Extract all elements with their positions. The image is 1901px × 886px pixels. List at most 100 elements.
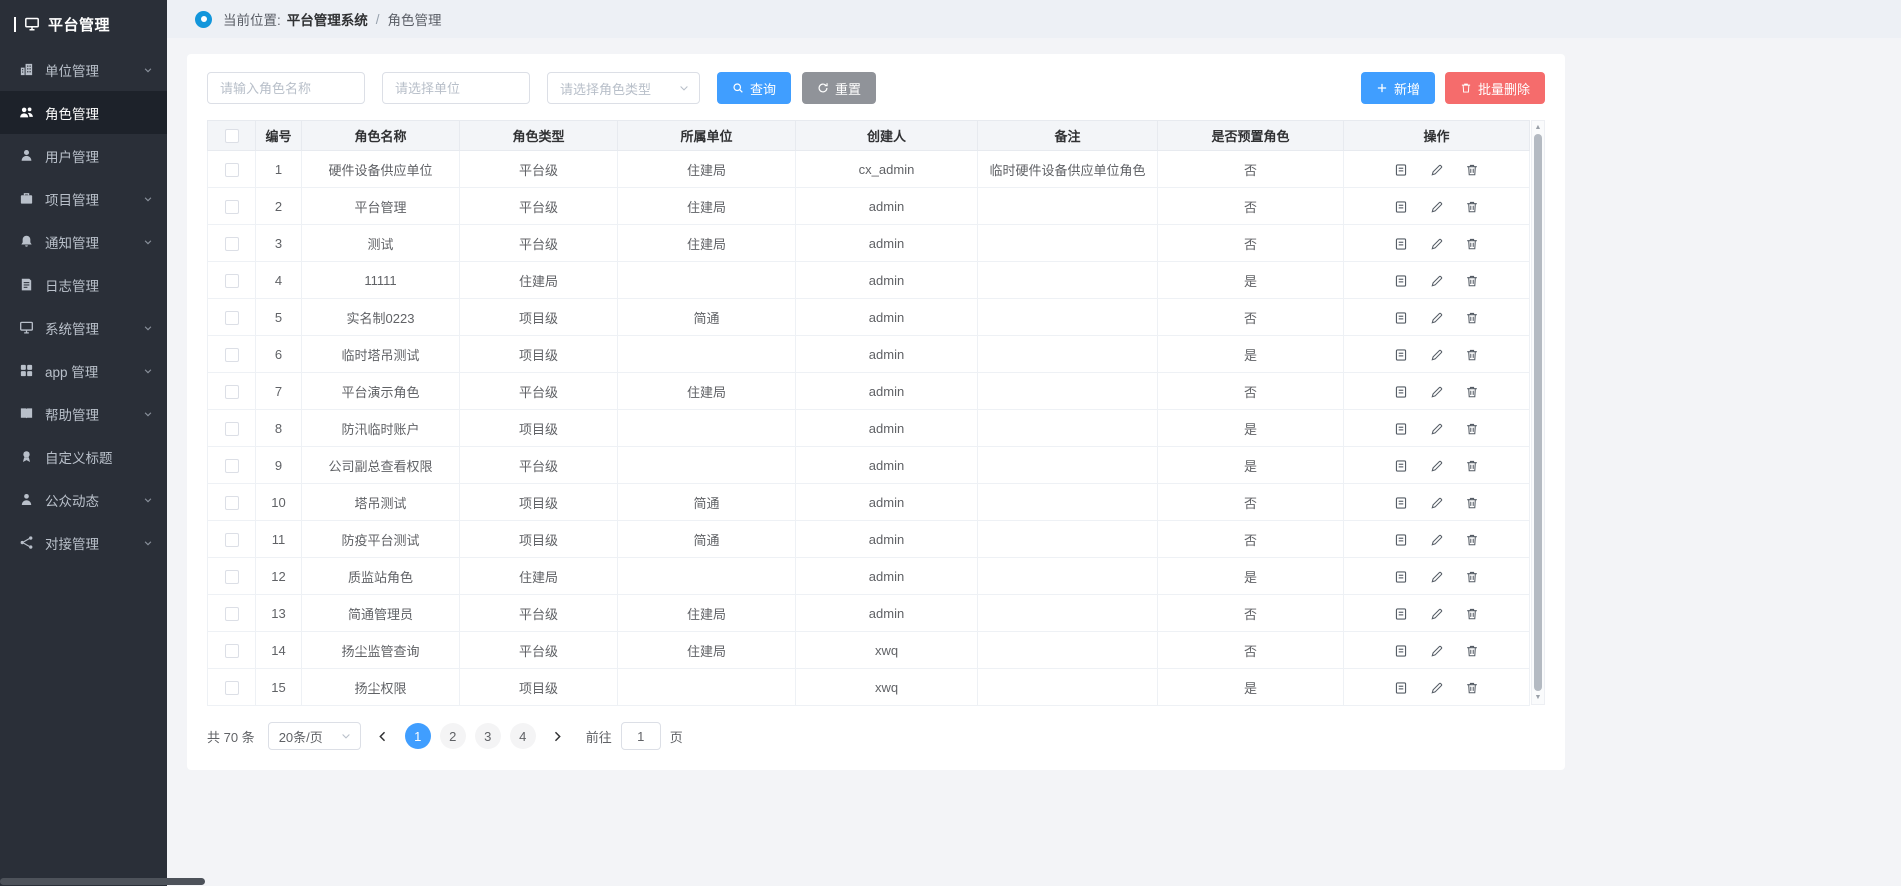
table-row: 15 扬尘权限 项目级 xwq 是 bbox=[208, 669, 1530, 706]
row-checkbox[interactable] bbox=[225, 237, 239, 251]
delete-icon[interactable] bbox=[1465, 311, 1479, 325]
row-checkbox[interactable] bbox=[225, 385, 239, 399]
scroll-up-icon[interactable]: ▲ bbox=[1535, 124, 1542, 131]
batch-delete-button[interactable]: 批量删除 bbox=[1445, 72, 1545, 104]
page-button[interactable]: 2 bbox=[440, 723, 466, 749]
row-checkbox[interactable] bbox=[225, 422, 239, 436]
delete-icon[interactable] bbox=[1465, 644, 1479, 658]
horizontal-scrollbar[interactable] bbox=[0, 877, 1901, 886]
horizontal-scrollbar-thumb[interactable] bbox=[0, 878, 205, 885]
search-button[interactable]: 查询 bbox=[717, 72, 791, 104]
add-button[interactable]: 新增 bbox=[1361, 72, 1435, 104]
delete-icon[interactable] bbox=[1465, 496, 1479, 510]
goto-page-input[interactable] bbox=[621, 722, 661, 750]
row-checkbox[interactable] bbox=[225, 681, 239, 695]
page-button[interactable]: 3 bbox=[475, 723, 501, 749]
row-checkbox[interactable] bbox=[225, 570, 239, 584]
view-icon[interactable] bbox=[1394, 163, 1408, 177]
delete-icon[interactable] bbox=[1465, 422, 1479, 436]
edit-icon[interactable] bbox=[1430, 459, 1444, 473]
chevron-right-icon bbox=[551, 730, 564, 743]
row-checkbox[interactable] bbox=[225, 348, 239, 362]
view-icon[interactable] bbox=[1394, 385, 1408, 399]
edit-icon[interactable] bbox=[1430, 163, 1444, 177]
sidebar-item-6[interactable]: 系统管理 bbox=[0, 306, 167, 349]
scroll-down-icon[interactable]: ▼ bbox=[1535, 694, 1542, 701]
role-name-input[interactable] bbox=[207, 72, 365, 104]
delete-icon[interactable] bbox=[1465, 681, 1479, 695]
sidebar-item-9[interactable]: 自定义标题 bbox=[0, 435, 167, 478]
row-checkbox[interactable] bbox=[225, 311, 239, 325]
delete-icon[interactable] bbox=[1465, 237, 1479, 251]
sidebar-item-1[interactable]: 角色管理 bbox=[0, 91, 167, 134]
prev-page-button[interactable] bbox=[370, 723, 396, 749]
select-all-checkbox[interactable] bbox=[225, 129, 239, 143]
reset-button[interactable]: 重置 bbox=[802, 72, 876, 104]
edit-icon[interactable] bbox=[1430, 533, 1444, 547]
delete-icon[interactable] bbox=[1465, 459, 1479, 473]
row-checkbox[interactable] bbox=[225, 533, 239, 547]
sidebar-item-5[interactable]: 日志管理 bbox=[0, 263, 167, 306]
row-checkbox[interactable] bbox=[225, 200, 239, 214]
role-type-select[interactable]: 请选择角色类型 bbox=[547, 72, 700, 104]
sidebar-menu: 单位管理 角色管理 用户管理 项目管理 通知管理 日志管理 bbox=[0, 48, 167, 564]
vertical-scrollbar[interactable]: ▲ ▼ bbox=[1531, 120, 1545, 705]
sidebar-item-2[interactable]: 用户管理 bbox=[0, 134, 167, 177]
breadcrumb-root-link[interactable]: 平台管理系统 bbox=[287, 9, 368, 29]
view-icon[interactable] bbox=[1394, 311, 1408, 325]
edit-icon[interactable] bbox=[1430, 422, 1444, 436]
row-checkbox[interactable] bbox=[225, 163, 239, 177]
page-button[interactable]: 1 bbox=[405, 723, 431, 749]
edit-icon[interactable] bbox=[1430, 644, 1444, 658]
sidebar-item-11[interactable]: 对接管理 bbox=[0, 521, 167, 564]
delete-icon[interactable] bbox=[1465, 200, 1479, 214]
edit-icon[interactable] bbox=[1430, 570, 1444, 584]
page-button[interactable]: 4 bbox=[510, 723, 536, 749]
pagination: 共 70 条 20条/页 1234 前往 页 bbox=[207, 722, 1545, 750]
scrollbar-thumb[interactable] bbox=[1534, 134, 1542, 691]
row-checkbox[interactable] bbox=[225, 459, 239, 473]
view-icon[interactable] bbox=[1394, 533, 1408, 547]
sidebar-item-3[interactable]: 项目管理 bbox=[0, 177, 167, 220]
view-icon[interactable] bbox=[1394, 607, 1408, 621]
edit-icon[interactable] bbox=[1430, 200, 1444, 214]
view-icon[interactable] bbox=[1394, 496, 1408, 510]
edit-icon[interactable] bbox=[1430, 607, 1444, 621]
edit-icon[interactable] bbox=[1430, 237, 1444, 251]
delete-icon[interactable] bbox=[1465, 163, 1479, 177]
edit-icon[interactable] bbox=[1430, 385, 1444, 399]
view-icon[interactable] bbox=[1394, 459, 1408, 473]
unit-input[interactable] bbox=[382, 72, 530, 104]
sidebar-item-8[interactable]: 帮助管理 bbox=[0, 392, 167, 435]
edit-icon[interactable] bbox=[1430, 311, 1444, 325]
delete-icon[interactable] bbox=[1465, 274, 1479, 288]
view-icon[interactable] bbox=[1394, 570, 1408, 584]
edit-icon[interactable] bbox=[1430, 348, 1444, 362]
view-icon[interactable] bbox=[1394, 681, 1408, 695]
sidebar-item-7[interactable]: app 管理 bbox=[0, 349, 167, 392]
sidebar-item-10[interactable]: 公众动态 bbox=[0, 478, 167, 521]
edit-icon[interactable] bbox=[1430, 496, 1444, 510]
main-area: 当前位置: 平台管理系统 / 角色管理 请选择角色类型 查询 bbox=[167, 0, 1901, 886]
sidebar-item-0[interactable]: 单位管理 bbox=[0, 48, 167, 91]
next-page-button[interactable] bbox=[545, 723, 571, 749]
view-icon[interactable] bbox=[1394, 200, 1408, 214]
delete-icon[interactable] bbox=[1465, 607, 1479, 621]
row-checkbox[interactable] bbox=[225, 274, 239, 288]
view-icon[interactable] bbox=[1394, 644, 1408, 658]
delete-icon[interactable] bbox=[1465, 533, 1479, 547]
edit-icon[interactable] bbox=[1430, 681, 1444, 695]
edit-icon[interactable] bbox=[1430, 274, 1444, 288]
view-icon[interactable] bbox=[1394, 237, 1408, 251]
delete-icon[interactable] bbox=[1465, 385, 1479, 399]
delete-icon[interactable] bbox=[1465, 348, 1479, 362]
view-icon[interactable] bbox=[1394, 274, 1408, 288]
row-checkbox[interactable] bbox=[225, 496, 239, 510]
view-icon[interactable] bbox=[1394, 348, 1408, 362]
delete-icon[interactable] bbox=[1465, 570, 1479, 584]
view-icon[interactable] bbox=[1394, 422, 1408, 436]
row-checkbox[interactable] bbox=[225, 607, 239, 621]
page-size-select[interactable]: 20条/页 bbox=[268, 722, 361, 750]
row-checkbox[interactable] bbox=[225, 644, 239, 658]
sidebar-item-4[interactable]: 通知管理 bbox=[0, 220, 167, 263]
